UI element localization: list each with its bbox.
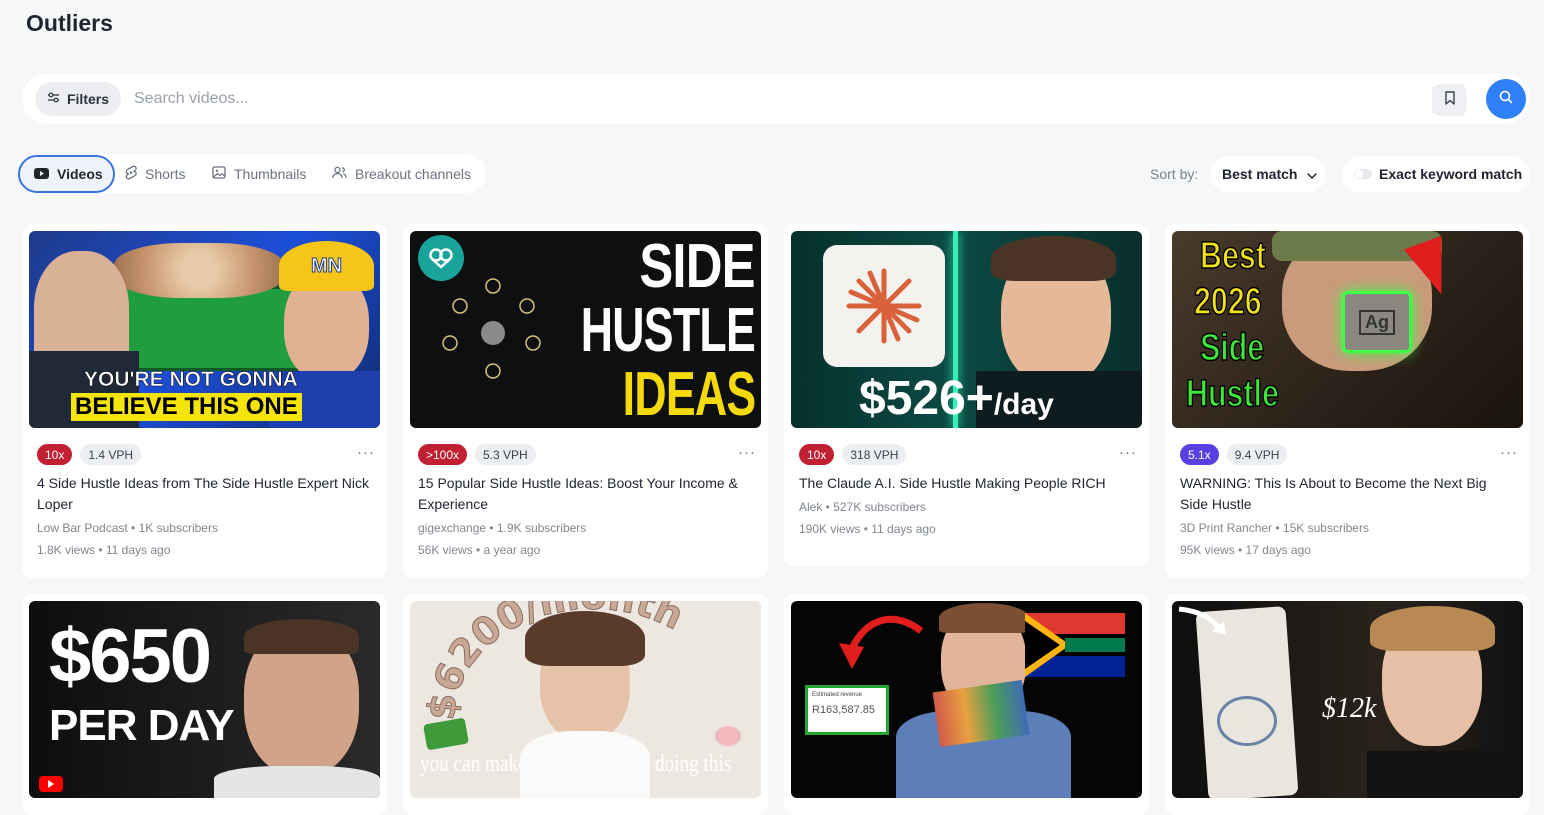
video-card[interactable]: $6200/month you can make doing this [403, 594, 768, 815]
thumbnail-text: 2026 [1193, 280, 1262, 324]
thumbnail-text: YOU'RE NOT GONNA [84, 368, 298, 392]
channel-info[interactable]: 3D Print Rancher • 15K subscribers [1180, 521, 1369, 535]
video-card[interactable]: Ag Best 2026 Side Hustle 5.1x 9.4 VPH ··… [1165, 224, 1530, 578]
south-africa-flag-icon [1025, 613, 1125, 677]
vph-badge: 9.4 VPH [1226, 444, 1288, 465]
claude-logo-icon [846, 268, 922, 344]
chip-label: Ag [1359, 309, 1395, 335]
video-meta: 95K views • 17 days ago [1180, 543, 1311, 557]
filters-icon [47, 91, 60, 107]
exact-keyword-toggle[interactable]: Exact keyword match [1342, 156, 1530, 192]
video-thumbnail[interactable]: $526+/day [791, 231, 1142, 428]
video-meta: 190K views • 11 days ago [799, 522, 936, 536]
more-options-icon[interactable]: ··· [357, 444, 375, 461]
chevron-down-icon [1307, 166, 1318, 182]
amount-text: $526+ [859, 372, 994, 425]
red-arrow-icon [839, 615, 924, 669]
search-icon [1499, 90, 1513, 109]
video-meta: 1.8K views • 11 days ago [37, 543, 171, 557]
video-thumbnail[interactable]: Estimated revenue R163,587.85 [791, 601, 1142, 798]
channel-info[interactable]: Low Bar Podcast • 1K subscribers [37, 521, 218, 535]
piggy-bank-icon [715, 726, 741, 746]
video-thumbnail[interactable]: $650 PER DAY [29, 601, 380, 798]
thumbnail-text: doing this [655, 751, 732, 777]
revenue-label: Estimated revenue [812, 692, 863, 698]
tab-label: Breakout channels [355, 166, 471, 182]
tab-videos[interactable]: Videos [18, 155, 115, 193]
thumbnail-text: PER DAY [49, 701, 235, 750]
more-options-icon[interactable]: ··· [738, 444, 756, 461]
thumbnail-text: Hustle [1185, 372, 1279, 416]
toggle-switch[interactable] [1354, 169, 1372, 179]
search-input[interactable] [134, 82, 1414, 116]
tab-shorts[interactable]: Shorts [125, 155, 185, 193]
video-card[interactable]: $12k [1165, 594, 1530, 815]
video-thumbnail[interactable]: Ag Best 2026 Side Hustle [1172, 231, 1523, 428]
thumbnail-text: SIDE [639, 232, 756, 301]
lightbulbs-illustration [442, 278, 541, 379]
channel-info[interactable]: gigexchange • 1.9K subscribers [418, 521, 586, 535]
thumbnail-text: HUSTLE [580, 296, 756, 365]
video-card[interactable]: MN YOU'RE NOT GONNA BELIEVE THIS ONE 10x… [22, 224, 387, 578]
thumbnail-text: $526+/day [859, 371, 1054, 426]
tab-label: Shorts [145, 166, 186, 182]
youtube-logo-icon [39, 776, 63, 792]
video-card[interactable]: $526+/day 10x 318 VPH ··· The Claude A.I… [784, 224, 1149, 566]
video-title[interactable]: WARNING: This Is About to Become the Nex… [1180, 473, 1515, 515]
outlier-multiplier-badge: 10x [37, 444, 73, 465]
tab-label: Thumbnails [234, 166, 307, 182]
sort-label: Sort by: [1150, 166, 1199, 182]
video-meta: 56K views • a year ago [418, 543, 541, 557]
page-title: Outliers [26, 10, 113, 36]
more-options-icon[interactable]: ··· [1119, 444, 1137, 461]
users-icon [332, 166, 347, 182]
sort-select[interactable]: Best match [1210, 156, 1326, 192]
filters-label: Filters [66, 91, 109, 107]
tab-breakout-channels[interactable]: Breakout channels [332, 155, 471, 193]
vph-badge: 5.3 VPH [475, 444, 536, 465]
thumbnail-text: IDEAS [622, 360, 756, 428]
unit-text: /day [993, 388, 1054, 421]
sort-value: Best match [1222, 166, 1298, 182]
exact-keyword-label: Exact keyword match [1379, 166, 1523, 182]
tab-thumbnails[interactable]: Thumbnails [212, 155, 306, 193]
content-type-tabs: Videos Shorts Thumbnails Breakout channe… [18, 155, 486, 193]
bookmark-icon [1444, 90, 1456, 110]
search-bar: Filters [22, 74, 1530, 124]
outlier-multiplier-badge: >100x [418, 444, 468, 465]
more-options-icon[interactable]: ··· [1500, 444, 1518, 461]
video-title[interactable]: 4 Side Hustle Ideas from The Side Hustle… [37, 473, 372, 515]
white-arrow-icon [1178, 606, 1226, 635]
search-button[interactable] [1486, 79, 1526, 119]
shorts-icon [125, 165, 137, 183]
thumbnail-text: $12k [1322, 693, 1377, 724]
video-card[interactable]: Estimated revenue R163,587.85 [784, 594, 1149, 815]
video-thumbnail[interactable]: $12k [1172, 601, 1523, 798]
cap-logo: MN [310, 254, 343, 277]
outlier-multiplier-badge: 10x [799, 444, 835, 465]
video-card[interactable]: SIDE HUSTLE IDEAS >100x 5.3 VPH ··· 15 P… [403, 224, 768, 578]
revenue-box: Estimated revenue R163,587.85 [805, 685, 889, 735]
channel-info[interactable]: Alek • 527K subscribers [799, 500, 926, 514]
video-thumbnail[interactable]: SIDE HUSTLE IDEAS [410, 231, 761, 428]
vph-badge: 1.4 VPH [80, 444, 142, 465]
filters-button[interactable]: Filters [35, 82, 121, 116]
image-icon [212, 166, 226, 182]
video-title[interactable]: 15 Popular Side Hustle Ideas: Boost Your… [418, 473, 753, 515]
thumbnail-text: you can make [420, 751, 527, 777]
bookmark-button[interactable] [1432, 84, 1467, 116]
thumbnail-text: BELIEVE THIS ONE [71, 393, 302, 421]
video-card[interactable]: $650 PER DAY [22, 594, 387, 815]
revenue-value: R163,587.85 [812, 704, 875, 716]
video-thumbnail[interactable]: $6200/month you can make doing this [410, 601, 761, 798]
thumbnail-text: Side [1199, 326, 1265, 370]
thumbnail-text: $650 [49, 614, 212, 699]
video-title[interactable]: The Claude A.I. Side Hustle Making Peopl… [799, 473, 1134, 494]
thumbnail-text: Best [1199, 234, 1266, 278]
youtube-icon [34, 166, 49, 182]
outlier-multiplier-badge: 5.1x [1180, 444, 1219, 465]
tab-label: Videos [57, 166, 103, 182]
vph-badge: 318 VPH [842, 444, 907, 465]
video-thumbnail[interactable]: MN YOU'RE NOT GONNA BELIEVE THIS ONE [29, 231, 380, 428]
